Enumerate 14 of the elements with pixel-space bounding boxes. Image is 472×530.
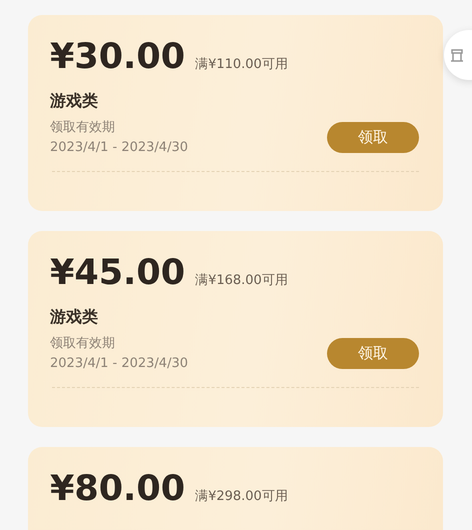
coupon-amount: ¥80.00 — [50, 469, 186, 510]
claim-button[interactable]: 领取 — [327, 338, 419, 370]
validity-dates: 2023/4/1 - 2023/4/30 — [50, 140, 188, 156]
coupon-condition: 满¥298.00可用 — [195, 488, 288, 505]
validity-label: 领取有效期 — [50, 335, 116, 352]
coupon-category: 游戏类 — [50, 91, 99, 112]
coupon-condition: 满¥110.00可用 — [195, 56, 288, 73]
coupon-category: 游戏类 — [50, 307, 99, 328]
coupon-condition: 满¥168.00可用 — [195, 272, 288, 289]
validity-label: 领取有效期 — [50, 119, 116, 136]
claim-button[interactable]: 领取 — [327, 122, 419, 154]
validity-dates: 2023/4/1 - 2023/4/30 — [50, 356, 188, 372]
coupon-amount: ¥30.00 — [50, 37, 186, 78]
coupon-amount: ¥45.00 — [50, 253, 186, 294]
